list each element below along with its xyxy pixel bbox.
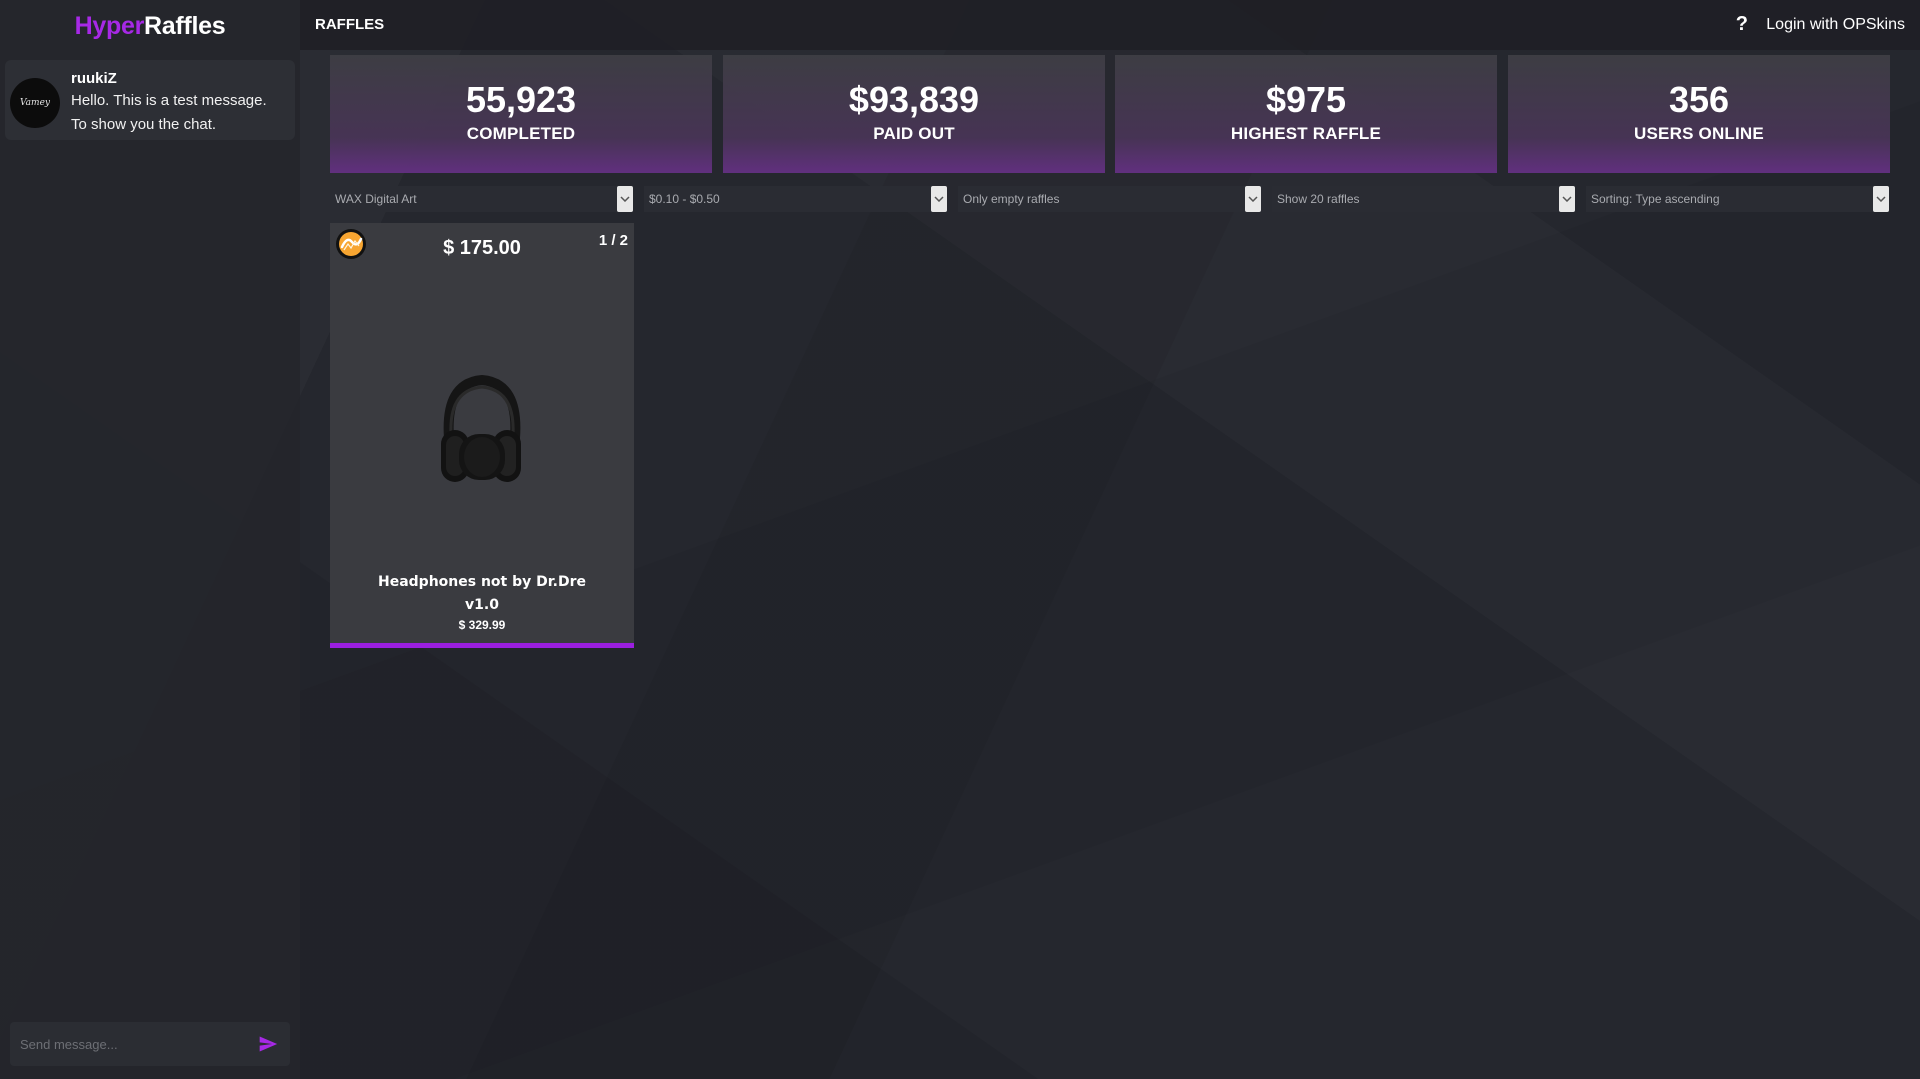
raffle-progress-bar — [330, 643, 634, 648]
filter-category-select[interactable]: WAX Digital Art — [330, 186, 633, 212]
stat-paid-out: $93,839 PAID OUT — [723, 55, 1105, 173]
stat-completed: 55,923 COMPLETED — [330, 55, 712, 173]
raffle-item-value: $ 329.99 — [458, 618, 506, 632]
chat-message-text: Hello. This is a test message. To show y… — [71, 92, 267, 133]
site-logo[interactable]: Hyper Raffles — [0, 0, 300, 52]
stat-label: HIGHEST RAFFLE — [1230, 124, 1382, 143]
stat-label: PAID OUT — [873, 124, 955, 143]
logo-part-hyper: Hyper — [74, 11, 145, 40]
stat-highest-raffle: $975 HIGHEST RAFFLE — [1115, 55, 1497, 173]
stat-value: $93,839 — [848, 79, 980, 120]
stat-label: USERS ONLINE — [1634, 124, 1764, 143]
filter-label: Only empty raffles — [963, 192, 1060, 206]
help-button[interactable]: ? — [1736, 13, 1748, 36]
filter-label: WAX Digital Art — [335, 192, 417, 206]
filter-label: Sorting: Type ascending — [1591, 192, 1720, 206]
chat-message-input[interactable] — [20, 1036, 256, 1052]
logo-part-raffles: Raffles — [144, 11, 226, 40]
chat-input-box — [10, 1022, 290, 1066]
raffle-price: $ 175.00 — [443, 237, 521, 259]
chevron-down-icon — [1245, 186, 1261, 212]
stat-users-online: 356 USERS ONLINE — [1508, 55, 1890, 173]
filter-status-select[interactable]: Only empty raffles — [958, 186, 1261, 212]
avatar[interactable]: Vamey — [10, 78, 60, 128]
chevron-down-icon — [1873, 186, 1889, 212]
raffle-slots: 1 / 2 — [598, 232, 628, 249]
page-title: RAFFLES — [315, 16, 385, 33]
chat-message: Vamey ruukiZ Hello. This is a test messa… — [5, 60, 295, 140]
raffle-item-name: Headphones not by Dr.Dre v1.0 — [378, 574, 586, 613]
chat-message-body: ruukiZ Hello. This is a test message. To… — [71, 70, 285, 140]
chevron-down-icon — [1559, 186, 1575, 212]
send-icon[interactable] — [256, 1032, 280, 1056]
stat-value: $975 — [1265, 79, 1347, 120]
chat-sidebar: Hyper Raffles Vamey ruukiZ Hello. This is… — [0, 0, 300, 1079]
filter-label: Show 20 raffles — [1277, 192, 1360, 206]
stat-value: 55,923 — [465, 79, 577, 120]
chat-username[interactable]: ruukiZ — [71, 70, 285, 87]
stat-label: COMPLETED — [466, 124, 576, 143]
top-bar: RAFFLES ? Login with OPSkins — [300, 0, 1920, 50]
filter-price-select[interactable]: $0.10 - $0.50 — [644, 186, 947, 212]
filter-label: $0.10 - $0.50 — [649, 192, 720, 206]
raffle-card[interactable]: $ 175.00 1 / 2 Headphones not by Dr.Dre … — [330, 223, 634, 648]
filter-sort-select[interactable]: Sorting: Type ascending — [1586, 186, 1889, 212]
login-opskins-button[interactable]: Login with OPSkins — [1766, 16, 1905, 34]
headphones-icon — [437, 368, 527, 493]
stat-value: 356 — [1668, 79, 1730, 120]
chevron-down-icon — [931, 186, 947, 212]
chevron-down-icon — [617, 186, 633, 212]
filter-count-select[interactable]: Show 20 raffles — [1272, 186, 1575, 212]
